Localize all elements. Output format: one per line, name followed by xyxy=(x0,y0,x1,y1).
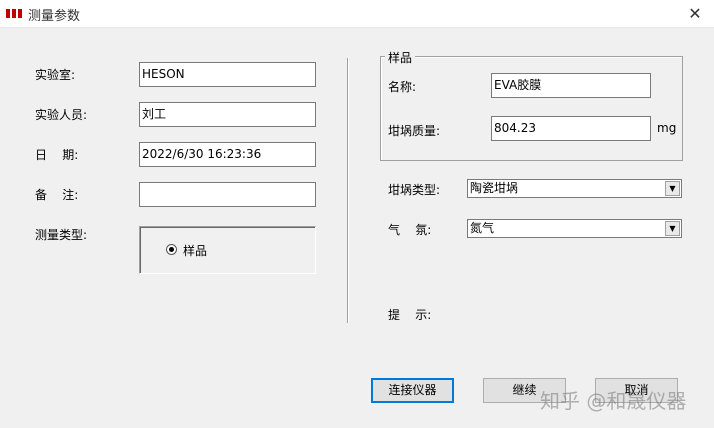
hint-label: 提 示: xyxy=(388,308,432,322)
operator-input[interactable]: 刘工 xyxy=(139,102,316,127)
chevron-down-icon[interactable]: ▼ xyxy=(665,221,680,236)
date-input[interactable]: 2022/6/30 16:23:36 xyxy=(139,142,316,167)
sample-name-label: 名称: xyxy=(388,80,417,94)
chevron-down-icon[interactable]: ▼ xyxy=(665,181,680,196)
sample-radio-label[interactable]: 样品 xyxy=(183,242,207,259)
operator-label: 实验人员: xyxy=(35,108,88,122)
atmosphere-value: 氮气 xyxy=(470,221,495,235)
note-input[interactable] xyxy=(139,182,316,207)
crucible-type-label: 坩埚类型: xyxy=(388,183,441,197)
date-label: 日 期: xyxy=(35,148,79,162)
close-icon[interactable]: ✕ xyxy=(683,3,707,25)
window-title: 测量参数 xyxy=(28,9,81,24)
app-logo-icon xyxy=(6,9,22,18)
sample-groupbox xyxy=(380,56,683,161)
sample-group-title: 样品 xyxy=(385,49,416,66)
connect-instrument-button[interactable]: 连接仪器 xyxy=(371,378,454,403)
atmosphere-label: 气 氛: xyxy=(388,223,432,237)
sample-radio[interactable] xyxy=(166,244,177,255)
lab-label: 实验室: xyxy=(35,68,76,82)
watermark: 知乎 @和晟仪器 xyxy=(540,389,687,413)
title-bar: 测量参数 ✕ xyxy=(0,0,714,28)
crucible-mass-unit: mg xyxy=(657,121,677,135)
crucible-mass-input[interactable]: 804.23 xyxy=(491,116,651,141)
crucible-type-value: 陶瓷坩埚 xyxy=(470,181,519,195)
column-separator xyxy=(347,58,349,323)
crucible-mass-label: 坩埚质量: xyxy=(388,124,441,138)
note-label: 备 注: xyxy=(35,188,79,202)
atmosphere-select[interactable]: 氮气 ▼ xyxy=(467,219,682,238)
sample-name-input[interactable]: EVA胶膜 xyxy=(491,73,651,98)
measure-type-label: 测量类型: xyxy=(35,228,88,242)
lab-input[interactable]: HESON xyxy=(139,62,316,87)
crucible-type-select[interactable]: 陶瓷坩埚 ▼ xyxy=(467,179,682,198)
